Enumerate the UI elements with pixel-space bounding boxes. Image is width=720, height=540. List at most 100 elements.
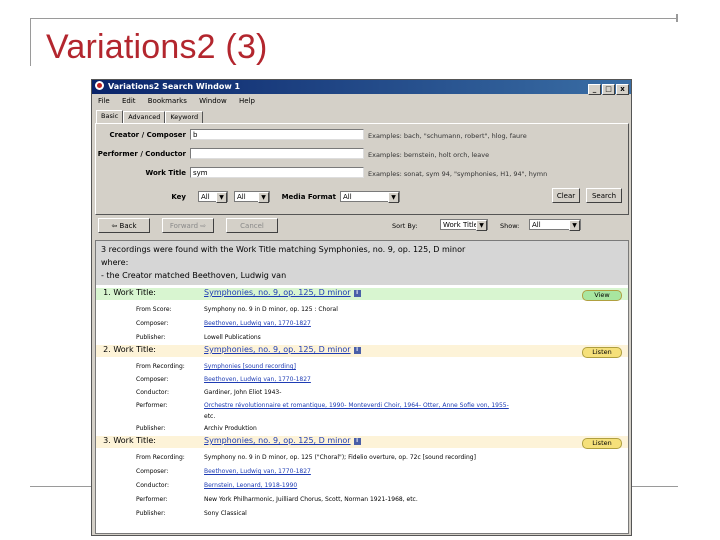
menu-edit[interactable]: Edit (122, 97, 136, 105)
detail-value: Gardiner, John Eliot 1943- (204, 389, 282, 396)
detail-label: From Recording: (136, 454, 185, 461)
recording-link[interactable]: Symphonies [sound recording] (204, 363, 296, 370)
media-format-label: Media Format (281, 193, 336, 201)
detail-value: Symphony no. 9 in D minor, op. 125 ("Cho… (204, 454, 476, 461)
work-title-link[interactable]: Symphonies, no. 9, op. 125, D minor i (204, 288, 361, 297)
work-title-text[interactable]: Symphonies, no. 9, op. 125, D minor (204, 436, 351, 445)
menu-bar: File Edit Bookmarks Window Help (92, 95, 631, 107)
detail-label: Publisher: (136, 510, 166, 517)
result-row-2[interactable]: 2. Work Title: Symphonies, no. 9, op. 12… (96, 345, 628, 358)
chevron-down-icon: ▼ (476, 220, 487, 231)
chevron-down-icon: ▼ (216, 192, 227, 203)
creator-example: Examples: bach, "schumann, robert", hlog… (368, 132, 527, 140)
search-tabs: Basic Advanced Keyword (96, 110, 204, 123)
result-row-1[interactable]: 1. Work Title: Symphonies, no. 9, op. 12… (96, 288, 628, 301)
worktitle-example: Examples: sonat, sym 94, "symphonies, H1… (368, 170, 548, 178)
worktitle-label: Work Title (145, 169, 187, 177)
performer-input[interactable] (190, 148, 364, 159)
performer-label: Performer / Conductor (97, 150, 186, 158)
media-format-value: All (343, 193, 352, 201)
info-icon[interactable]: i (353, 347, 361, 354)
search-window: Variations2 Search Window 1 _ □ x File Edi… (91, 79, 632, 536)
work-title-link[interactable]: Symphonies, no. 9, op. 125, D minor i (204, 436, 361, 445)
slide-frame-top-line (30, 18, 678, 19)
app-icon (95, 81, 104, 90)
slide-frame-left-line (30, 18, 31, 66)
results-summary: 3 recordings were found with the Work Ti… (96, 241, 628, 285)
composer-link[interactable]: Beethoven, Ludwig van, 1770-1827 (204, 320, 311, 327)
show-label: Show: (500, 222, 520, 230)
result-row-3[interactable]: 3. Work Title: Symphonies, no. 9, op. 12… (96, 436, 628, 449)
action-label: View (594, 291, 610, 299)
close-button[interactable]: x (616, 84, 629, 95)
action-label: Listen (592, 348, 612, 356)
window-title: Variations2 Search Window 1 (108, 82, 241, 91)
maximize-button[interactable]: □ (602, 84, 615, 95)
results-pane: 3 recordings were found with the Work Ti… (95, 240, 629, 534)
work-title-text[interactable]: Symphonies, no. 9, op. 125, D minor (204, 288, 351, 297)
key-label: Key (171, 193, 186, 201)
key-value-2: All (237, 193, 246, 201)
sort-label: Sort By: (392, 222, 418, 230)
detail-label: From Score: (136, 306, 172, 313)
worktitle-input[interactable]: sym (190, 167, 364, 178)
creator-label: Creator / Composer (109, 131, 186, 139)
menu-bookmarks[interactable]: Bookmarks (148, 97, 187, 105)
listen-button[interactable]: Listen (582, 438, 622, 449)
cancel-button[interactable]: Cancel (226, 218, 278, 233)
conductor-link[interactable]: Bernstein, Leonard, 1918-1990 (204, 482, 297, 489)
chevron-down-icon: ▼ (569, 220, 580, 231)
forward-button[interactable]: Forward ⇨ (162, 218, 214, 233)
menu-file[interactable]: File (98, 97, 110, 105)
summary-line-2: where: (101, 258, 129, 267)
work-title-text[interactable]: Symphonies, no. 9, op. 125, D minor (204, 345, 351, 354)
back-button[interactable]: ⇦ Back (98, 218, 150, 233)
key-select-1[interactable]: All ▼ (198, 191, 228, 203)
detail-value: Symphony no. 9 in D minor, op. 125 : Cho… (204, 306, 338, 313)
show-select[interactable]: All ▼ (529, 219, 581, 231)
detail-value: etc. (204, 413, 216, 420)
action-label: Listen (592, 439, 612, 447)
composer-link[interactable]: Beethoven, Ludwig van, 1770-1827 (204, 468, 311, 475)
detail-label: Performer: (136, 496, 168, 503)
detail-value: Sony Classical (204, 510, 247, 517)
work-title-link[interactable]: Symphonies, no. 9, op. 125, D minor i (204, 345, 361, 354)
detail-label: Composer: (136, 376, 169, 383)
detail-label: Conductor: (136, 389, 169, 396)
detail-value: Archiv Produktion (204, 425, 257, 432)
tab-keyword[interactable]: Keyword (165, 111, 204, 123)
tab-basic[interactable]: Basic (96, 110, 124, 123)
window-titlebar[interactable]: Variations2 Search Window 1 _ □ x (92, 80, 631, 95)
view-button[interactable]: View (582, 290, 622, 301)
basic-search-panel: Creator / Composer b Examples: bach, "sc… (95, 123, 629, 215)
creator-input[interactable]: b (190, 129, 364, 140)
chevron-down-icon: ▼ (388, 192, 399, 203)
slide-frame-corner-tick (676, 14, 678, 22)
search-button[interactable]: Search (586, 188, 622, 203)
minimize-button[interactable]: _ (588, 84, 601, 95)
detail-label: Publisher: (136, 425, 166, 432)
work-title-label: 3. Work Title: (103, 436, 156, 445)
key-value-1: All (201, 193, 210, 201)
clear-button[interactable]: Clear (552, 188, 580, 203)
work-title-label: 2. Work Title: (103, 345, 156, 354)
media-format-select[interactable]: All ▼ (340, 191, 400, 203)
menu-window[interactable]: Window (199, 97, 227, 105)
sort-value: Work Title (443, 221, 478, 229)
slide-title: Variations2 (3) (46, 28, 268, 66)
info-icon[interactable]: i (353, 438, 361, 445)
menu-help[interactable]: Help (239, 97, 255, 105)
sort-select[interactable]: Work Title ▼ (440, 219, 488, 231)
tab-advanced[interactable]: Advanced (123, 111, 166, 123)
listen-button[interactable]: Listen (582, 347, 622, 358)
info-icon[interactable]: i (353, 290, 361, 297)
detail-label: From Recording: (136, 363, 185, 370)
detail-label: Composer: (136, 320, 169, 327)
detail-label: Conductor: (136, 482, 169, 489)
detail-label: Composer: (136, 468, 169, 475)
detail-label: Publisher: (136, 334, 166, 341)
performer-links[interactable]: Orchestre révolutionnaire et romantique,… (204, 402, 509, 409)
summary-line-3: - the Creator matched Beethoven, Ludwig … (101, 271, 287, 280)
detail-label: Performer: (136, 402, 168, 409)
composer-link[interactable]: Beethoven, Ludwig van, 1770-1827 (204, 376, 311, 383)
